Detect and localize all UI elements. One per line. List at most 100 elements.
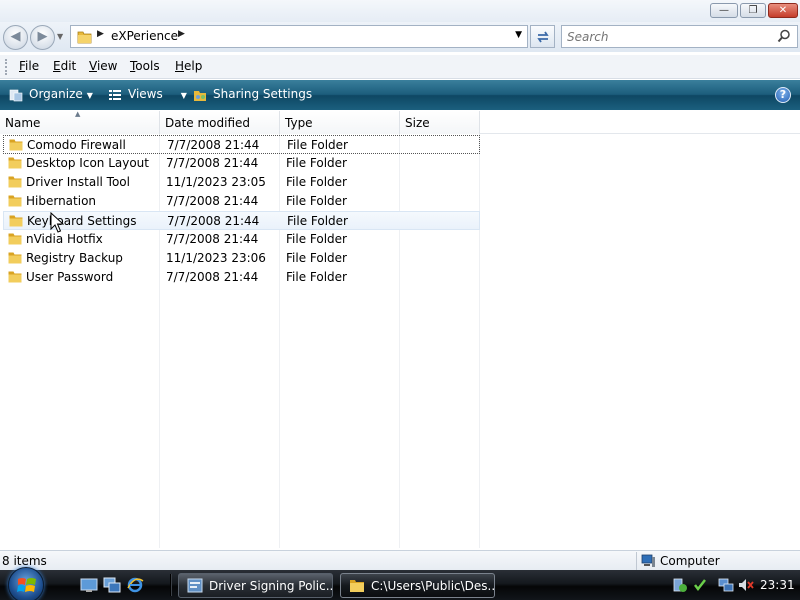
maximize-button[interactable]: ❐ <box>740 3 766 18</box>
show-desktop-icon[interactable] <box>80 577 98 593</box>
status-divider <box>636 552 637 570</box>
mouse-cursor-icon <box>50 212 64 233</box>
breadcrumb-separator-icon[interactable]: ▶ <box>97 29 104 39</box>
file-name: Driver Install Tool <box>26 175 130 189</box>
file-row-driver-install-tool[interactable]: Driver Install Tool 11/1/2023 23:05 File… <box>3 173 480 192</box>
column-header-size[interactable]: Size <box>400 111 480 134</box>
menu-tools[interactable]: Tools <box>130 59 160 73</box>
folder-icon <box>350 580 364 592</box>
file-type: File Folder <box>287 214 348 228</box>
address-row: ◀ ▶ ▼ ▶ eXPerience ▶ ▼ <box>0 22 800 52</box>
file-date: 7/7/2008 21:44 <box>167 138 260 152</box>
folder-icon <box>8 271 22 283</box>
breadcrumb-separator-icon[interactable]: ▶ <box>178 29 185 39</box>
file-name: Hibernation <box>26 194 97 208</box>
close-button[interactable]: ✕ <box>768 3 798 18</box>
start-button[interactable] <box>8 567 44 600</box>
recent-pages-dropdown-icon[interactable]: ▼ <box>57 32 63 41</box>
views-button[interactable]: Views ▼ <box>108 87 187 102</box>
refresh-button[interactable] <box>530 25 555 48</box>
switch-windows-icon[interactable] <box>103 577 121 593</box>
menu-edit[interactable]: Edit <box>53 59 76 73</box>
file-date: 11/1/2023 23:05 <box>166 175 266 189</box>
file-row-comodo-firewall[interactable]: Comodo Firewall 7/7/2008 21:44 File Fold… <box>3 135 480 154</box>
folder-icon <box>9 215 23 227</box>
forward-button[interactable]: ▶ <box>30 25 55 50</box>
views-icon <box>109 89 121 100</box>
system-tray: 23:31 <box>668 573 800 598</box>
folder-icon <box>8 176 22 188</box>
antivirus-check-icon[interactable] <box>692 577 708 593</box>
file-type: File Folder <box>286 270 347 284</box>
file-name: Registry Backup <box>26 251 123 265</box>
back-button[interactable]: ◀ <box>3 25 28 50</box>
file-row-registry-backup[interactable]: Registry Backup 11/1/2023 23:06 File Fol… <box>3 249 480 268</box>
file-name: Comodo Firewall <box>27 138 126 152</box>
sharing-icon <box>194 90 206 101</box>
folder-icon <box>8 157 22 169</box>
network-icon[interactable] <box>718 577 734 593</box>
file-name: nVidia Hotfix <box>26 232 103 246</box>
column-header-type[interactable]: Type <box>280 111 400 134</box>
menu-help[interactable]: Help <box>175 59 202 73</box>
file-date: 7/7/2008 21:44 <box>166 232 259 246</box>
windows-logo-icon <box>17 578 36 592</box>
clock[interactable]: 23:31 <box>760 578 795 592</box>
sharing-settings-button[interactable]: Sharing Settings <box>193 87 312 102</box>
menu-file[interactable]: File <box>19 59 39 73</box>
file-type: File Folder <box>286 175 347 189</box>
file-date: 7/7/2008 21:44 <box>166 156 259 170</box>
file-type: File Folder <box>286 232 347 246</box>
search-input[interactable] <box>567 29 767 45</box>
taskbar-item-explorer-folder[interactable]: C:\Users\Public\Des... <box>340 573 495 598</box>
file-list[interactable]: Comodo Firewall 7/7/2008 21:44 File Fold… <box>0 134 800 548</box>
file-row-desktop-icon-layout[interactable]: Desktop Icon Layout 7/7/2008 21:44 File … <box>3 154 480 173</box>
file-row-nvidia-hotfix[interactable]: nVidia Hotfix 7/7/2008 21:44 File Folder <box>3 230 480 249</box>
file-row-keyboard-settings[interactable]: Keyboard Settings 7/7/2008 21:44 File Fo… <box>3 211 480 230</box>
menu-view[interactable]: View <box>89 59 117 73</box>
file-date: 7/7/2008 21:44 <box>166 194 259 208</box>
file-row-user-password[interactable]: User Password 7/7/2008 21:44 File Folder <box>3 268 480 287</box>
file-row-hibernation[interactable]: Hibernation 7/7/2008 21:44 File Folder <box>3 192 480 211</box>
title-bar: — ❐ ✕ <box>0 0 800 22</box>
internet-explorer-icon[interactable] <box>126 577 144 593</box>
file-date: 7/7/2008 21:44 <box>166 270 259 284</box>
file-type: File Folder <box>286 251 347 265</box>
folder-icon <box>77 31 92 44</box>
file-name: User Password <box>26 270 114 284</box>
taskbar-item-driver-signing[interactable]: Driver Signing Polic... <box>178 573 333 598</box>
sort-ascending-icon: ▲ <box>75 110 81 118</box>
computer-icon <box>641 554 655 567</box>
command-bar: Organize ▼ Views ▼ Sharing Settings ? <box>0 80 800 110</box>
status-bar: 8 items Computer <box>0 550 800 570</box>
search-box[interactable] <box>561 25 798 48</box>
refresh-icon <box>536 31 549 43</box>
folder-icon <box>9 139 23 151</box>
file-name: Keyboard Settings <box>27 214 137 228</box>
help-button[interactable]: ? <box>775 87 791 103</box>
security-icon[interactable] <box>672 577 688 593</box>
taskbar: Driver Signing Polic... C:\Users\Public\… <box>0 567 800 600</box>
menu-bar: File Edit View Tools Help <box>0 55 800 79</box>
organize-button[interactable]: Organize ▼ <box>9 87 93 102</box>
file-type: File Folder <box>287 138 348 152</box>
folder-icon <box>8 233 22 245</box>
location-label: Computer <box>660 554 720 568</box>
breadcrumb-segment[interactable]: eXPerience <box>111 29 178 43</box>
organize-icon <box>9 89 23 101</box>
volume-muted-icon[interactable] <box>738 577 754 593</box>
address-dropdown-icon[interactable]: ▼ <box>515 30 522 40</box>
file-name: Desktop Icon Layout <box>26 156 149 170</box>
file-date: 7/7/2008 21:44 <box>167 214 260 228</box>
address-bar[interactable]: ▶ eXPerience ▶ ▼ <box>70 25 528 48</box>
quick-launch-divider <box>170 574 172 596</box>
folder-icon <box>8 252 22 264</box>
column-header-date-modified[interactable]: Date modified <box>160 111 280 134</box>
file-type: File Folder <box>286 156 347 170</box>
search-icon[interactable] <box>777 29 791 43</box>
minimize-button[interactable]: — <box>710 3 738 18</box>
column-header-name[interactable]: ▲ Name <box>0 110 160 134</box>
item-count: 8 items <box>2 554 47 568</box>
file-date: 11/1/2023 23:06 <box>166 251 266 265</box>
menu-grip <box>5 59 8 75</box>
